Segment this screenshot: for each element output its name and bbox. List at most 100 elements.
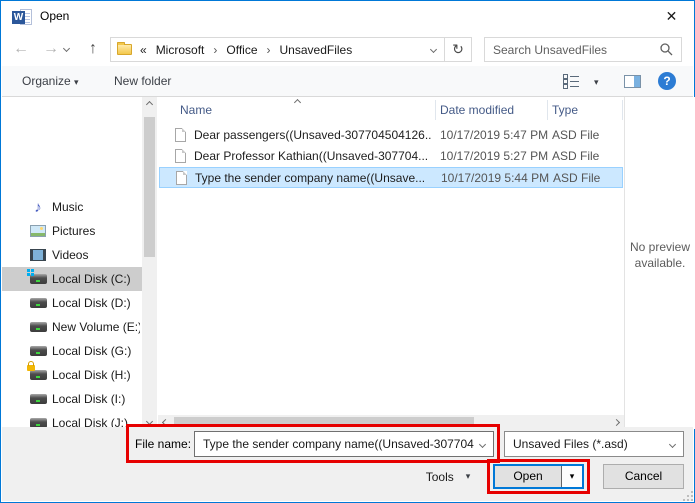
search-icon[interactable] <box>660 43 673 56</box>
sidebar-item-label: Local Disk (C:) <box>52 272 140 286</box>
breadcrumb-overflow[interactable]: « <box>140 43 147 57</box>
dialog-content: ♪ Music Pictures Videos Local Disk (C:) … <box>2 97 693 429</box>
scroll-up-icon[interactable] <box>142 97 157 112</box>
folder-icon <box>117 44 132 55</box>
drive-icon <box>29 294 47 312</box>
sidebar-item-local-disk-c[interactable]: Local Disk (C:) <box>2 267 142 291</box>
view-dropdown-icon[interactable]: ▾ <box>594 66 599 96</box>
dialog-title: Open <box>40 1 69 32</box>
sidebar-item-label: Music <box>52 200 140 214</box>
column-header-type[interactable]: Type <box>552 97 578 123</box>
back-icon[interactable]: ← <box>10 33 32 66</box>
file-icon <box>176 171 187 185</box>
sidebar-item-local-disk-i[interactable]: Local Disk (I:) <box>2 387 142 411</box>
organize-button[interactable]: Organize ▾ <box>22 66 79 96</box>
scrollbar-thumb[interactable] <box>144 117 155 257</box>
file-name-combobox[interactable]: Type the sender company name((Unsaved-30… <box>194 431 494 457</box>
sidebar-item-label: Local Disk (D:) <box>52 296 140 310</box>
sidebar-item-local-disk-g[interactable]: Local Disk (G:) <box>2 339 142 363</box>
sort-ascending-icon <box>294 99 301 106</box>
sidebar-item-label: Videos <box>52 248 140 262</box>
sidebar-scrollbar[interactable] <box>142 97 157 429</box>
drive-icon <box>29 342 47 360</box>
tools-dropdown-icon: ▾ <box>466 471 471 482</box>
column-divider[interactable] <box>435 100 436 120</box>
scrollbar-thumb[interactable] <box>174 417 474 427</box>
file-name: Dear passengers((Unsaved-307704504126... <box>194 125 432 146</box>
breadcrumb-item-unsavedfiles[interactable]: UnsavedFiles <box>280 43 353 57</box>
open-dialog: W Open ✕ ← → ↑ « Microsoft › Office › Un… <box>0 0 695 503</box>
up-icon[interactable]: ↑ <box>82 33 104 66</box>
file-list: Name Date modified Type Dear passengers(… <box>158 97 624 429</box>
drive-icon <box>29 390 47 408</box>
resize-grip[interactable] <box>687 495 689 497</box>
tools-button[interactable]: Tools ▾ <box>414 464 482 489</box>
sidebar-item-videos[interactable]: Videos <box>2 243 142 267</box>
sidebar-item-new-volume-e[interactable]: New Volume (E:) <box>2 315 142 339</box>
breadcrumb-item-microsoft[interactable]: Microsoft <box>156 43 205 57</box>
word-icon-letter: W <box>12 11 25 24</box>
word-app-icon: W <box>12 8 32 26</box>
combobox-chevron-icon[interactable] <box>669 440 676 447</box>
open-button-label[interactable]: Open <box>495 466 561 487</box>
breadcrumb-separator: › <box>267 43 271 57</box>
file-name-label: File name: <box>135 431 191 457</box>
file-type: ASD File <box>552 146 599 167</box>
change-view-icon[interactable] <box>563 74 580 89</box>
file-type-combobox[interactable]: Unsaved Files (*.asd) <box>504 431 684 457</box>
history-chevron-icon[interactable] <box>63 45 70 52</box>
tools-label: Tools <box>426 470 454 484</box>
navigation-bar: ← → ↑ « Microsoft › Office › UnsavedFile… <box>2 33 693 66</box>
column-header-name[interactable]: Name <box>180 97 212 123</box>
sidebar-item-label: Local Disk (H:) <box>52 368 140 382</box>
videos-icon <box>29 246 47 264</box>
close-icon[interactable]: ✕ <box>649 1 694 32</box>
dialog-footer: File name: Type the sender company name(… <box>2 427 693 501</box>
locked-drive-icon <box>29 366 47 384</box>
new-folder-label: New folder <box>114 74 171 88</box>
refresh-icon[interactable]: ↻ <box>445 37 472 62</box>
sidebar-item-label: Local Disk (I:) <box>52 392 140 406</box>
organize-label: Organize <box>22 74 71 88</box>
combobox-chevron-icon[interactable] <box>479 440 486 447</box>
file-type: ASD File <box>553 168 600 189</box>
file-name: Type the sender company name((Unsave... <box>195 168 433 189</box>
open-button[interactable]: Open ▾ <box>493 464 584 489</box>
organize-dropdown-icon: ▾ <box>74 77 79 87</box>
file-type: ASD File <box>552 125 599 146</box>
address-bar[interactable]: « Microsoft › Office › UnsavedFiles <box>110 37 445 62</box>
music-note-icon: ♪ <box>29 198 47 216</box>
title-bar: W Open ✕ <box>1 1 694 33</box>
sidebar-item-pictures[interactable]: Pictures <box>2 219 142 243</box>
sidebar-item-label: Local Disk (G:) <box>52 344 140 358</box>
column-divider[interactable] <box>622 100 623 120</box>
column-header-date-modified[interactable]: Date modified <box>440 97 514 123</box>
file-icon <box>175 128 186 142</box>
sidebar-item-local-disk-h[interactable]: Local Disk (H:) <box>2 363 142 387</box>
sidebar-item-label: Pictures <box>52 224 140 238</box>
address-dropdown-chevron-icon[interactable] <box>430 46 437 53</box>
preview-pane-icon[interactable] <box>624 75 641 88</box>
file-row[interactable]: Dear passengers((Unsaved-307704504126...… <box>159 125 623 146</box>
no-preview-message: No preview available. <box>625 239 695 271</box>
breadcrumb-separator: › <box>213 43 217 57</box>
cancel-button[interactable]: Cancel <box>603 464 684 489</box>
sidebar-item-music[interactable]: ♪ Music <box>2 195 142 219</box>
open-dropdown-icon[interactable]: ▾ <box>561 466 582 487</box>
breadcrumb-item-office[interactable]: Office <box>226 43 257 57</box>
search-box[interactable]: Search UnsavedFiles <box>484 37 682 62</box>
file-date-modified: 10/17/2019 5:44 PM <box>441 168 549 189</box>
new-folder-button[interactable]: New folder <box>114 66 171 96</box>
file-icon <box>175 149 186 163</box>
file-row[interactable]: Dear Professor Kathian((Unsaved-307704..… <box>159 146 623 167</box>
file-row-selected[interactable]: Type the sender company name((Unsave... … <box>159 167 623 188</box>
column-divider[interactable] <box>547 100 548 120</box>
pictures-icon <box>29 222 47 240</box>
sidebar-item-local-disk-d[interactable]: Local Disk (D:) <box>2 291 142 315</box>
drive-icon <box>29 318 47 336</box>
system-drive-icon <box>29 270 47 288</box>
sidebar-item-label: New Volume (E:) <box>52 320 140 334</box>
file-name-value[interactable]: Type the sender company name((Unsaved-30… <box>203 437 480 451</box>
help-icon[interactable]: ? <box>658 72 676 90</box>
forward-icon[interactable]: → <box>40 33 62 66</box>
